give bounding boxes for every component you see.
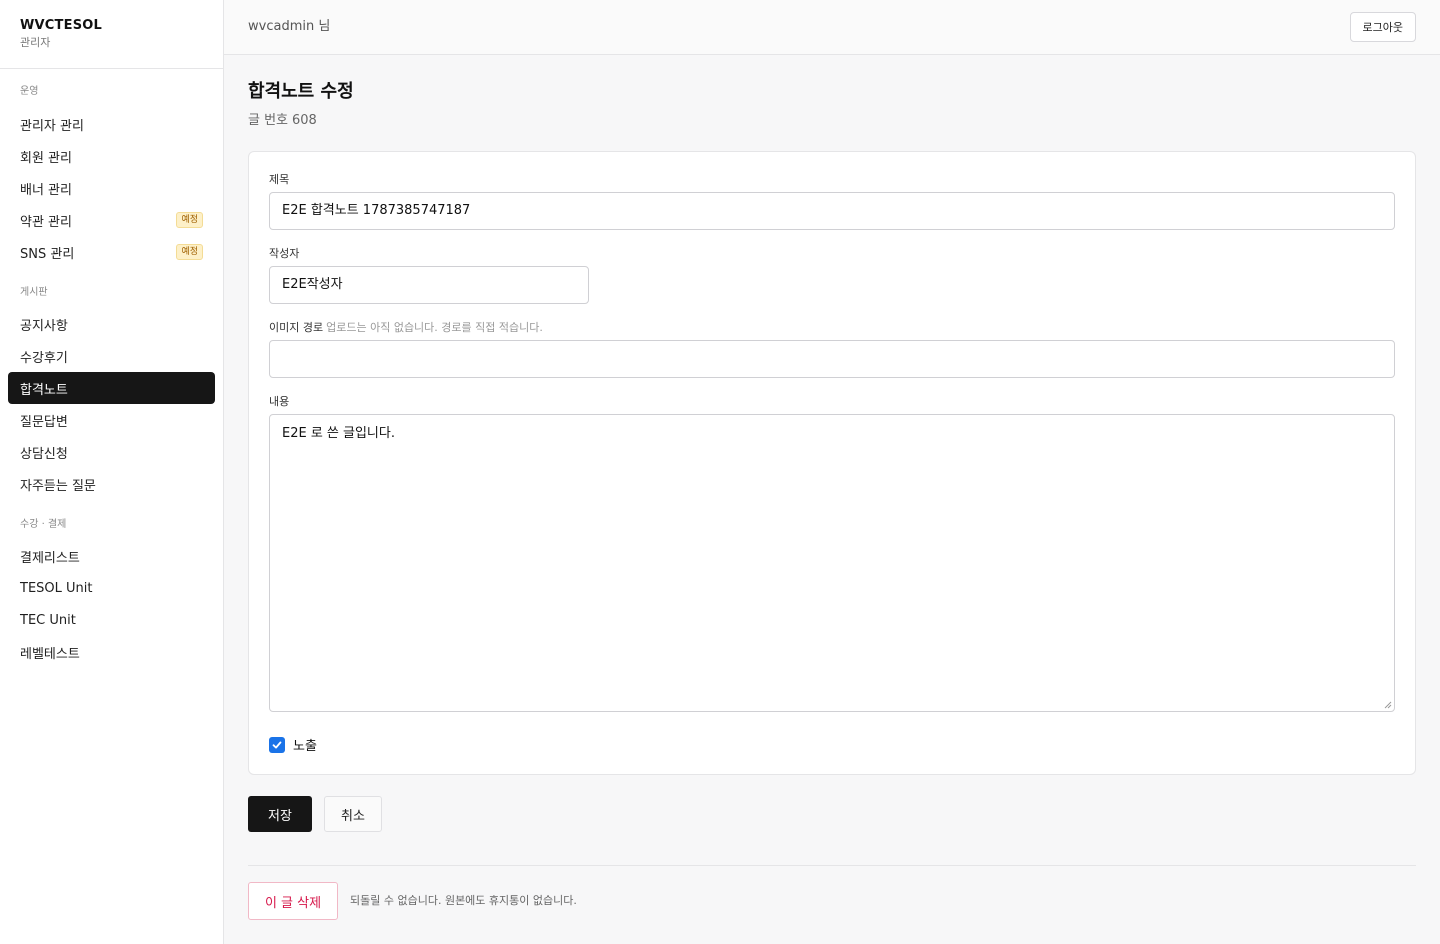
content-label: 내용 xyxy=(269,395,290,408)
sidebar-item-label: TEC Unit xyxy=(20,612,76,628)
nav-section-title: 게시판 xyxy=(20,287,48,298)
sidebar-item-sns[interactable]: SNS 관리 예정 xyxy=(8,236,215,268)
sidebar-item-label: 수강후기 xyxy=(20,350,68,366)
sidebar-item-label: 레벨테스트 xyxy=(20,646,80,662)
page-title: 합격노트 수정 xyxy=(248,81,354,102)
visible-toggle[interactable]: 노출 xyxy=(269,735,317,754)
sidebar-item-reviews[interactable]: 수강후기 xyxy=(8,340,215,372)
post-number: 608 xyxy=(292,113,317,128)
nav-section-title: 수강 · 결제 xyxy=(20,519,67,530)
image-path-input[interactable] xyxy=(269,340,1395,378)
sidebar-item-label: 상담신청 xyxy=(20,446,68,462)
post-number-line: 글 번호 608 xyxy=(248,112,317,130)
sidebar-item-notices[interactable]: 공지사항 xyxy=(8,308,215,340)
sidebar-item-label: 자주듣는 질문 xyxy=(20,478,96,494)
sidebar-item-label: 배너 관리 xyxy=(20,182,72,198)
image-path-hint: 업로드는 아직 없습니다. 경로를 직접 적습니다. xyxy=(326,321,543,334)
sidebar-item-admin[interactable]: 관리자 관리 xyxy=(8,108,215,140)
sidebar-item-faq[interactable]: 자주듣는 질문 xyxy=(8,468,215,500)
sidebar-item-banners[interactable]: 배너 관리 xyxy=(8,172,215,204)
cancel-button[interactable]: 취소 xyxy=(324,796,382,832)
sidebar-item-label: 합격노트 xyxy=(20,382,68,398)
logout-button[interactable]: 로그아웃 xyxy=(1349,12,1416,42)
sidebar-item-label: 질문답변 xyxy=(20,414,68,430)
image-path-label-text: 이미지 경로 xyxy=(269,321,324,334)
status-badge: 예정 xyxy=(176,212,203,228)
checkmark-icon xyxy=(272,741,282,749)
visible-checkbox[interactable] xyxy=(269,736,285,753)
save-button[interactable]: 저장 xyxy=(248,796,312,832)
author-input[interactable]: E2E작성자 xyxy=(269,266,589,304)
title-input[interactable]: E2E 합격노트 1787385747187 xyxy=(269,192,1395,230)
sidebar-item-label: 공지사항 xyxy=(20,318,68,334)
sidebar-item-label: SNS 관리 xyxy=(20,246,75,262)
sidebar-item-label: 회원 관리 xyxy=(20,150,72,166)
status-badge: 예정 xyxy=(176,244,203,260)
nav-section-title: 운영 xyxy=(20,86,39,97)
sidebar-item-label: 관리자 관리 xyxy=(20,118,84,134)
title-label: 제목 xyxy=(269,173,290,186)
sidebar-item-label: TESOL Unit xyxy=(20,580,93,596)
content-textarea[interactable]: E2E 로 쓴 글입니다. xyxy=(269,414,1395,712)
sidebar-item-tec-unit[interactable]: TEC Unit xyxy=(8,604,215,636)
brand: WVCTESOL 관리자 xyxy=(0,0,223,69)
sidebar: WVCTESOL 관리자 운영 관리자 관리 회원 관리 배너 관리 약관 관리… xyxy=(0,0,224,944)
delete-warning: 되돌릴 수 없습니다. 원본에도 휴지통이 없습니다. xyxy=(350,894,577,907)
sidebar-item-label: 약관 관리 xyxy=(20,214,72,230)
edit-form-card: 제목 E2E 합격노트 1787385747187 작성자 E2E작성자 이미지… xyxy=(248,151,1416,775)
user-greeting: wvcadmin 님 xyxy=(248,19,331,34)
sidebar-item-qna[interactable]: 질문답변 xyxy=(8,404,215,436)
resize-grip-icon[interactable] xyxy=(1384,701,1392,709)
visible-label: 노출 xyxy=(293,739,317,754)
sidebar-item-consult[interactable]: 상담신청 xyxy=(8,436,215,468)
sidebar-item-label: 결제리스트 xyxy=(20,550,80,566)
sidebar-item-level-test[interactable]: 레벨테스트 xyxy=(8,636,215,668)
sidebar-item-tesol-unit[interactable]: TESOL Unit xyxy=(8,572,215,604)
post-number-label: 글 번호 xyxy=(248,113,289,128)
delete-post-button[interactable]: 이 글 삭제 xyxy=(248,882,338,920)
sidebar-item-payments[interactable]: 결제리스트 xyxy=(8,540,215,572)
content-text: E2E 로 쓴 글입니다. xyxy=(282,426,395,441)
sidebar-item-pass-notes[interactable]: 합격노트 xyxy=(8,372,215,404)
top-header: wvcadmin 님 로그아웃 xyxy=(224,0,1440,55)
sidebar-nav: 운영 관리자 관리 회원 관리 배너 관리 약관 관리 예정 SNS 관리 예정 게… xyxy=(0,69,223,668)
brand-subtitle: 관리자 xyxy=(20,36,51,49)
sidebar-item-terms[interactable]: 약관 관리 예정 xyxy=(8,204,215,236)
divider xyxy=(248,865,1416,866)
author-label: 작성자 xyxy=(269,247,300,260)
sidebar-item-members[interactable]: 회원 관리 xyxy=(8,140,215,172)
brand-title: WVCTESOL xyxy=(20,18,102,33)
image-path-label: 이미지 경로 업로드는 아직 없습니다. 경로를 직접 적습니다. xyxy=(269,321,543,335)
